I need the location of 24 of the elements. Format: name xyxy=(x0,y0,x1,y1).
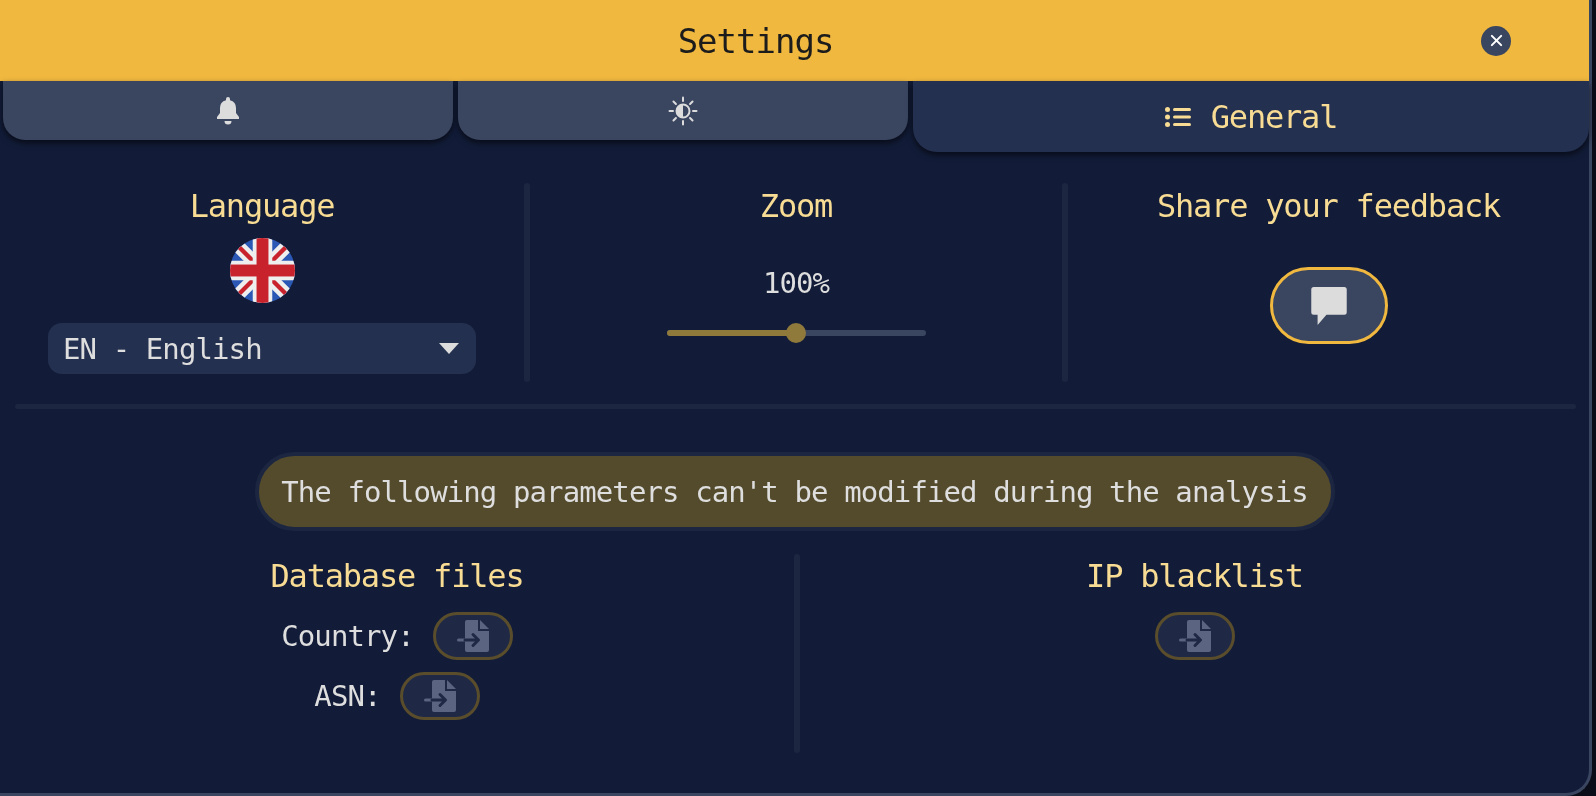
language-select[interactable]: EN - English xyxy=(48,323,476,374)
section-title: Language xyxy=(189,188,335,224)
caret-icon xyxy=(439,343,459,354)
close-button[interactable] xyxy=(1481,25,1511,56)
file-arrow-icon xyxy=(456,620,489,652)
file-arrow-icon xyxy=(423,680,456,712)
tab[interactable]: General xyxy=(913,81,1589,152)
window-title: Settings xyxy=(677,20,834,61)
section-title: Database files xyxy=(270,558,524,594)
section-title: IP blacklist xyxy=(1086,558,1303,594)
section-title: Share your feedback xyxy=(1156,188,1501,224)
notice-banner: The following parameters can't be modified during the analysis xyxy=(254,452,1335,531)
field-label: Country: xyxy=(281,620,414,652)
close-icon xyxy=(1489,34,1503,47)
speech-bubble-icon xyxy=(1310,286,1347,325)
file-arrow-icon xyxy=(1178,620,1211,652)
bell-icon xyxy=(216,96,240,125)
slider-thumb[interactable] xyxy=(786,323,806,343)
section-title: Zoom xyxy=(759,188,833,224)
zoom-slider[interactable] xyxy=(666,322,926,344)
zoom-reading: 100% xyxy=(762,267,830,299)
list-icon xyxy=(1164,106,1191,127)
sun-icon xyxy=(668,95,698,126)
field-label: ASN: xyxy=(314,680,381,712)
